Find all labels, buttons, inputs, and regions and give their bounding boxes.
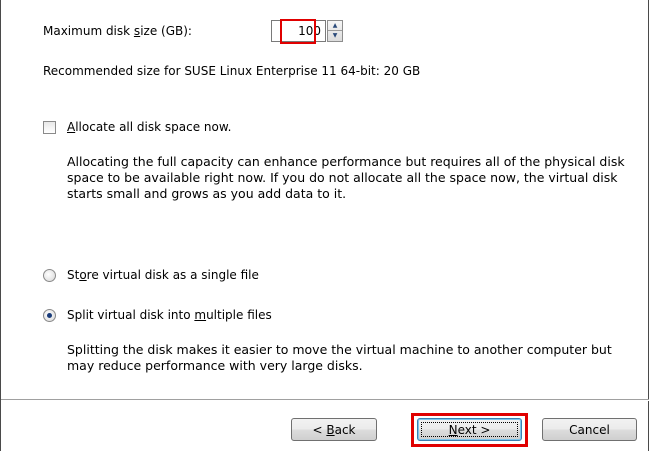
- split-files-label-part: ultiple files: [206, 308, 272, 322]
- allocate-all-checkbox[interactable]: [43, 121, 56, 134]
- spin-up-icon[interactable]: ▲: [328, 21, 342, 31]
- split-files-label[interactable]: Split virtual disk into multiple files: [67, 308, 272, 322]
- split-description: Splitting the disk makes it easier to mo…: [67, 342, 612, 373]
- back-button[interactable]: < Back: [291, 418, 377, 441]
- split-files-label-accesskey: m: [194, 308, 207, 322]
- disk-size-highlight: [280, 19, 316, 44]
- recommended-size-text: Recommended size for SUSE Linux Enterpri…: [43, 64, 421, 78]
- allocate-all-label-part: llocate all disk space now.: [75, 120, 232, 134]
- wizard-page: Maximum disk size (GB): 100 ▲ ▼ Recommen…: [0, 0, 649, 451]
- allocate-all-label[interactable]: Allocate all disk space now.: [67, 120, 231, 134]
- next-button-highlight: [411, 413, 528, 447]
- max-disk-size-label: Maximum disk size (GB):: [43, 24, 192, 38]
- split-files-radio[interactable]: [43, 309, 56, 322]
- allocate-description: Allocating the full capacity can enhance…: [67, 154, 625, 201]
- footer-divider-highlight: [1, 400, 649, 401]
- disk-size-spin-buttons: ▲ ▼: [327, 20, 343, 42]
- single-file-label-part: St: [67, 268, 80, 282]
- back-button-label-part: <: [312, 422, 327, 437]
- cancel-button[interactable]: Cancel: [542, 418, 637, 441]
- spin-down-icon[interactable]: ▼: [328, 31, 342, 41]
- single-file-radio[interactable]: [43, 269, 56, 282]
- single-file-label-accesskey: o: [79, 268, 87, 282]
- split-files-label-part: Split virtual disk into: [67, 308, 195, 322]
- back-button-accesskey: B: [326, 422, 335, 437]
- single-file-label-part: re virtual disk as a single file: [86, 268, 259, 282]
- max-disk-size-label-part: ize (GB):: [140, 24, 192, 38]
- allocate-all-label-accesskey: A: [67, 120, 76, 134]
- single-file-label[interactable]: Store virtual disk as a single file: [67, 268, 259, 282]
- max-disk-size-label-part: Maximum disk: [43, 24, 134, 38]
- back-button-label-part: ack: [334, 422, 356, 437]
